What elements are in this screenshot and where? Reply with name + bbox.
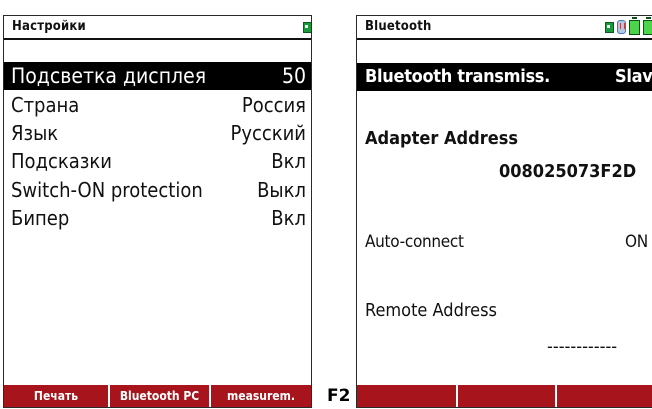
setting-label: Язык xyxy=(11,121,59,145)
setting-label: Switch-ON protection xyxy=(11,178,203,202)
setting-value: 50 xyxy=(281,64,306,88)
screen-title: Настройки xyxy=(12,19,86,34)
battery-icon xyxy=(643,17,652,35)
setting-label: Бипер xyxy=(11,206,70,230)
softkey-measurement[interactable]: measurem. xyxy=(211,385,311,407)
setting-row-bluetooth-transmission[interactable]: Bluetooth transmiss. Slave xyxy=(357,63,652,91)
setting-value: Вкл xyxy=(271,206,306,230)
setting-label: Подсказки xyxy=(11,149,112,173)
softkey-bar: Печать Bluetooth PC measurem. xyxy=(4,385,311,407)
setting-value: Россия xyxy=(241,93,306,117)
power-plug-icon xyxy=(303,22,311,33)
setting-value: Вкл xyxy=(271,149,306,173)
softkey-print[interactable]: Печать xyxy=(4,385,108,407)
setting-value: Slave xyxy=(615,66,652,87)
setting-row-switch-on-protection[interactable]: Switch-ON protection Выкл xyxy=(4,176,311,204)
setting-row-auto-connect[interactable]: Auto-connect ON xyxy=(357,228,652,256)
f2-key-label: F2 xyxy=(327,386,351,406)
setting-row-language[interactable]: Язык Русский xyxy=(4,119,311,147)
setting-value: Русский xyxy=(230,121,306,145)
setting-label: Подсветка дисплея xyxy=(11,64,207,88)
setting-row-display-backlight[interactable]: Подсветка дисплея 50 xyxy=(4,62,311,90)
softkey-3[interactable] xyxy=(557,385,652,407)
remote-address-value: ------------ xyxy=(547,336,618,357)
title-bar: Bluetooth xyxy=(357,16,652,40)
settings-screen: Настройки Подсветка дисплея 50 Страна Ро… xyxy=(3,15,312,408)
setting-label: Bluetooth transmiss. xyxy=(365,66,550,87)
bluetooth-icon xyxy=(617,20,626,34)
battery-icon xyxy=(629,17,640,35)
softkey-bluetooth-pc[interactable]: Bluetooth PC xyxy=(110,385,209,407)
softkey-1[interactable] xyxy=(357,385,456,407)
softkey-bar xyxy=(357,385,652,407)
title-bar: Настройки xyxy=(4,16,311,40)
setting-label: Auto-connect xyxy=(365,232,464,252)
softkey-2[interactable] xyxy=(458,385,555,407)
setting-value: Выкл xyxy=(257,178,306,202)
power-plug-icon xyxy=(605,22,614,33)
setting-label: Страна xyxy=(11,93,80,117)
remote-address-label: Remote Address xyxy=(365,300,497,321)
setting-value: ON xyxy=(625,232,648,252)
setting-row-beeper[interactable]: Бипер Вкл xyxy=(4,204,311,232)
bluetooth-screen: Bluetooth Bluetooth transmiss. Slave Ada… xyxy=(356,15,652,408)
setting-row-country[interactable]: Страна Россия xyxy=(4,91,311,119)
adapter-address-value: 008025073F2D xyxy=(499,161,637,182)
adapter-address-label: Adapter Address xyxy=(365,128,518,149)
setting-row-hints[interactable]: Подсказки Вкл xyxy=(4,147,311,175)
screen-title: Bluetooth xyxy=(365,19,432,34)
